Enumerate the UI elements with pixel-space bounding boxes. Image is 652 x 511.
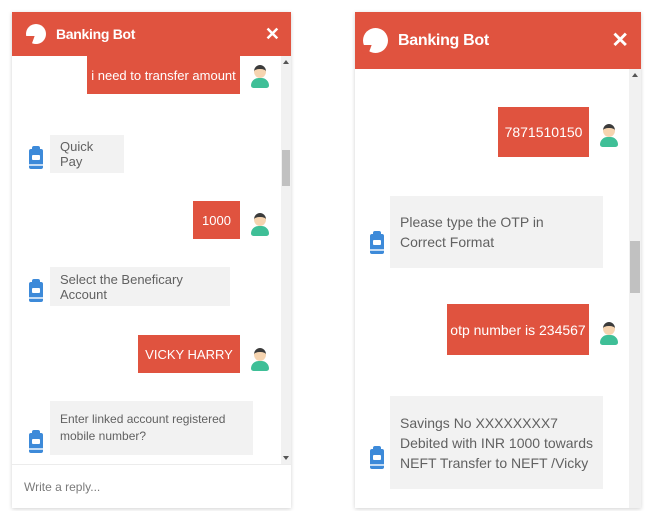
message-text: Please type the OTP in Correct Format bbox=[400, 214, 544, 250]
chat-bubble-icon bbox=[363, 28, 388, 53]
user-avatar-icon bbox=[249, 65, 271, 91]
bot-message: Enter linked account registered mobile n… bbox=[50, 401, 253, 455]
scroll-up-icon[interactable] bbox=[283, 60, 289, 64]
message-text: 1000 bbox=[202, 212, 231, 228]
bot-message: Quick Pay bbox=[50, 135, 124, 173]
bot-message: Select the Beneficary Account bbox=[50, 267, 230, 306]
chat-header: Banking Bot ✕ bbox=[355, 12, 641, 69]
robot-icon bbox=[29, 279, 43, 302]
chat-header: Banking Bot ✕ bbox=[12, 12, 291, 56]
scroll-down-icon[interactable] bbox=[283, 456, 289, 460]
robot-icon bbox=[370, 231, 384, 254]
user-avatar-icon bbox=[249, 213, 271, 239]
message-text: Savings No XXXXXXXX7 Debited with INR 10… bbox=[400, 414, 593, 471]
message-text: Enter linked account registered mobile n… bbox=[60, 412, 226, 443]
chat-title: Banking Bot bbox=[56, 26, 136, 42]
chat-window-left: Banking Bot ✕ i need to transfer amount … bbox=[12, 12, 291, 508]
reply-input[interactable] bbox=[12, 465, 291, 508]
message-text: Quick Pay bbox=[60, 139, 94, 169]
reply-bar bbox=[12, 464, 291, 508]
user-message: otp number is 234567 bbox=[447, 304, 589, 355]
user-avatar-icon bbox=[598, 124, 620, 150]
user-message: VICKY HARRY bbox=[138, 335, 240, 373]
message-text: VICKY HARRY bbox=[145, 346, 233, 362]
scrollbar[interactable] bbox=[629, 69, 641, 508]
message-list[interactable]: i need to transfer amount Quick Pay 1000… bbox=[12, 56, 291, 464]
scrollbar[interactable] bbox=[281, 56, 291, 464]
robot-icon bbox=[370, 446, 384, 469]
chat-bubble-icon bbox=[26, 24, 46, 44]
message-list[interactable]: 7871510150 Please type the OTP in Correc… bbox=[355, 69, 641, 508]
user-message: i need to transfer amount bbox=[87, 56, 240, 94]
message-text: Select the Beneficary Account bbox=[60, 271, 183, 302]
scrollbar-thumb[interactable] bbox=[282, 150, 290, 186]
user-avatar-icon bbox=[598, 322, 620, 348]
robot-icon bbox=[29, 430, 43, 453]
scroll-up-icon[interactable] bbox=[632, 73, 638, 77]
robot-icon bbox=[29, 146, 43, 169]
chat-title: Banking Bot bbox=[398, 31, 489, 49]
user-message: 1000 bbox=[193, 201, 240, 239]
close-icon[interactable]: ✕ bbox=[611, 30, 629, 51]
message-text: 7871510150 bbox=[504, 124, 583, 140]
user-avatar-icon bbox=[249, 348, 271, 374]
user-message: 7871510150 bbox=[498, 107, 589, 157]
chat-window-right: Banking Bot ✕ 7871510150 Please type the… bbox=[355, 12, 641, 508]
bot-message: Please type the OTP in Correct Format bbox=[390, 196, 603, 268]
bot-message: Savings No XXXXXXXX7 Debited with INR 10… bbox=[390, 396, 603, 489]
scrollbar-thumb[interactable] bbox=[630, 241, 640, 293]
message-text: i need to transfer amount bbox=[91, 67, 236, 83]
message-text: otp number is 234567 bbox=[450, 321, 586, 338]
close-icon[interactable]: ✕ bbox=[265, 25, 280, 43]
